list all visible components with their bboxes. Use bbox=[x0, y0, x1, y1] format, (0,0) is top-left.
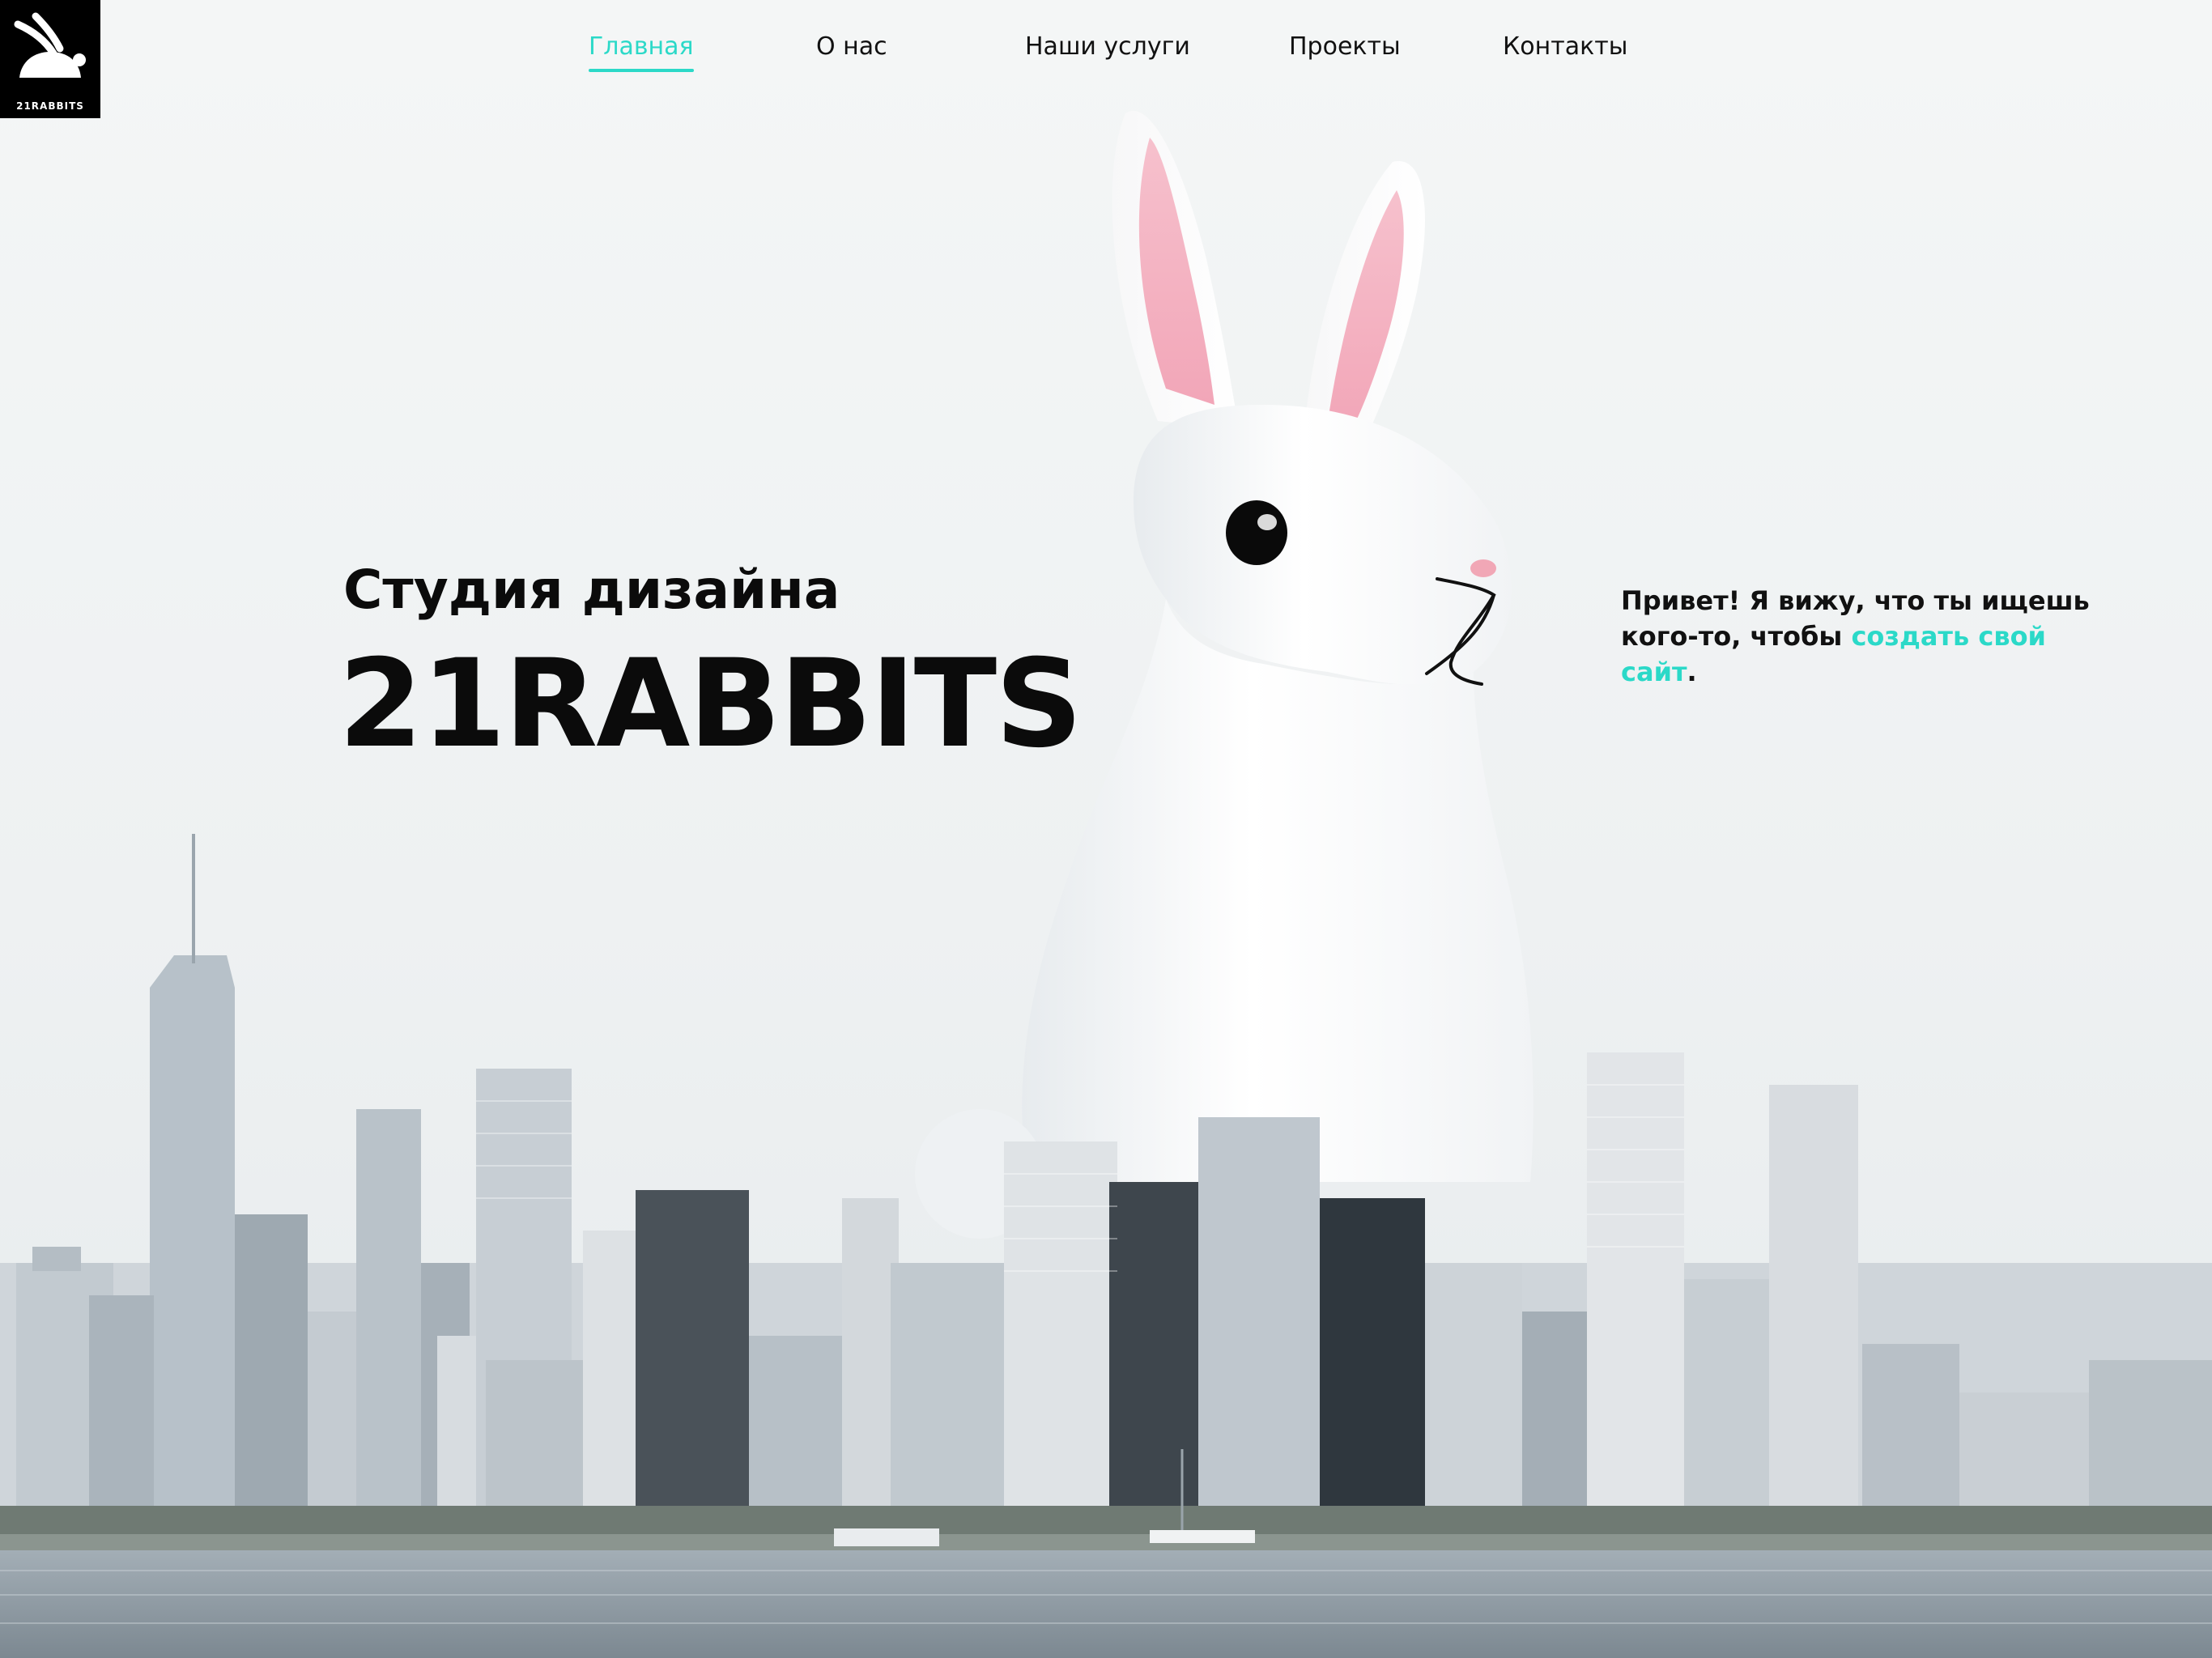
nav-item-label: Наши услуги bbox=[1025, 32, 1190, 61]
nav-item-about[interactable]: О нас bbox=[816, 32, 887, 61]
water bbox=[0, 1550, 2212, 1658]
nav-item-label: О нас bbox=[816, 32, 887, 61]
nav-item-home[interactable]: Главная bbox=[589, 32, 694, 72]
nav-active-indicator bbox=[589, 69, 694, 72]
nav-item-label: Контакты bbox=[1503, 32, 1628, 61]
hero-subtitle: Студия дизайна bbox=[343, 559, 840, 621]
main-nav: Главная О нас Наши услуги Проекты Контак… bbox=[0, 32, 2212, 81]
nav-item-label: Проекты bbox=[1289, 32, 1401, 61]
nav-item-label: Главная bbox=[589, 32, 694, 61]
nav-item-contacts[interactable]: Контакты bbox=[1503, 32, 1627, 61]
hero-illustration bbox=[0, 110, 2212, 1658]
nav-item-services[interactable]: Наши услуги bbox=[1025, 32, 1190, 61]
hero-title: 21RABBITS bbox=[338, 634, 1083, 775]
nav-item-projects[interactable]: Проекты bbox=[1289, 32, 1401, 61]
hero-greeting: Привет! Я вижу, что ты ищешь кого-то, чт… bbox=[1621, 583, 2123, 690]
brand-logo-text: 21RABBITS bbox=[16, 100, 84, 112]
greeting-end: . bbox=[1687, 657, 1697, 687]
